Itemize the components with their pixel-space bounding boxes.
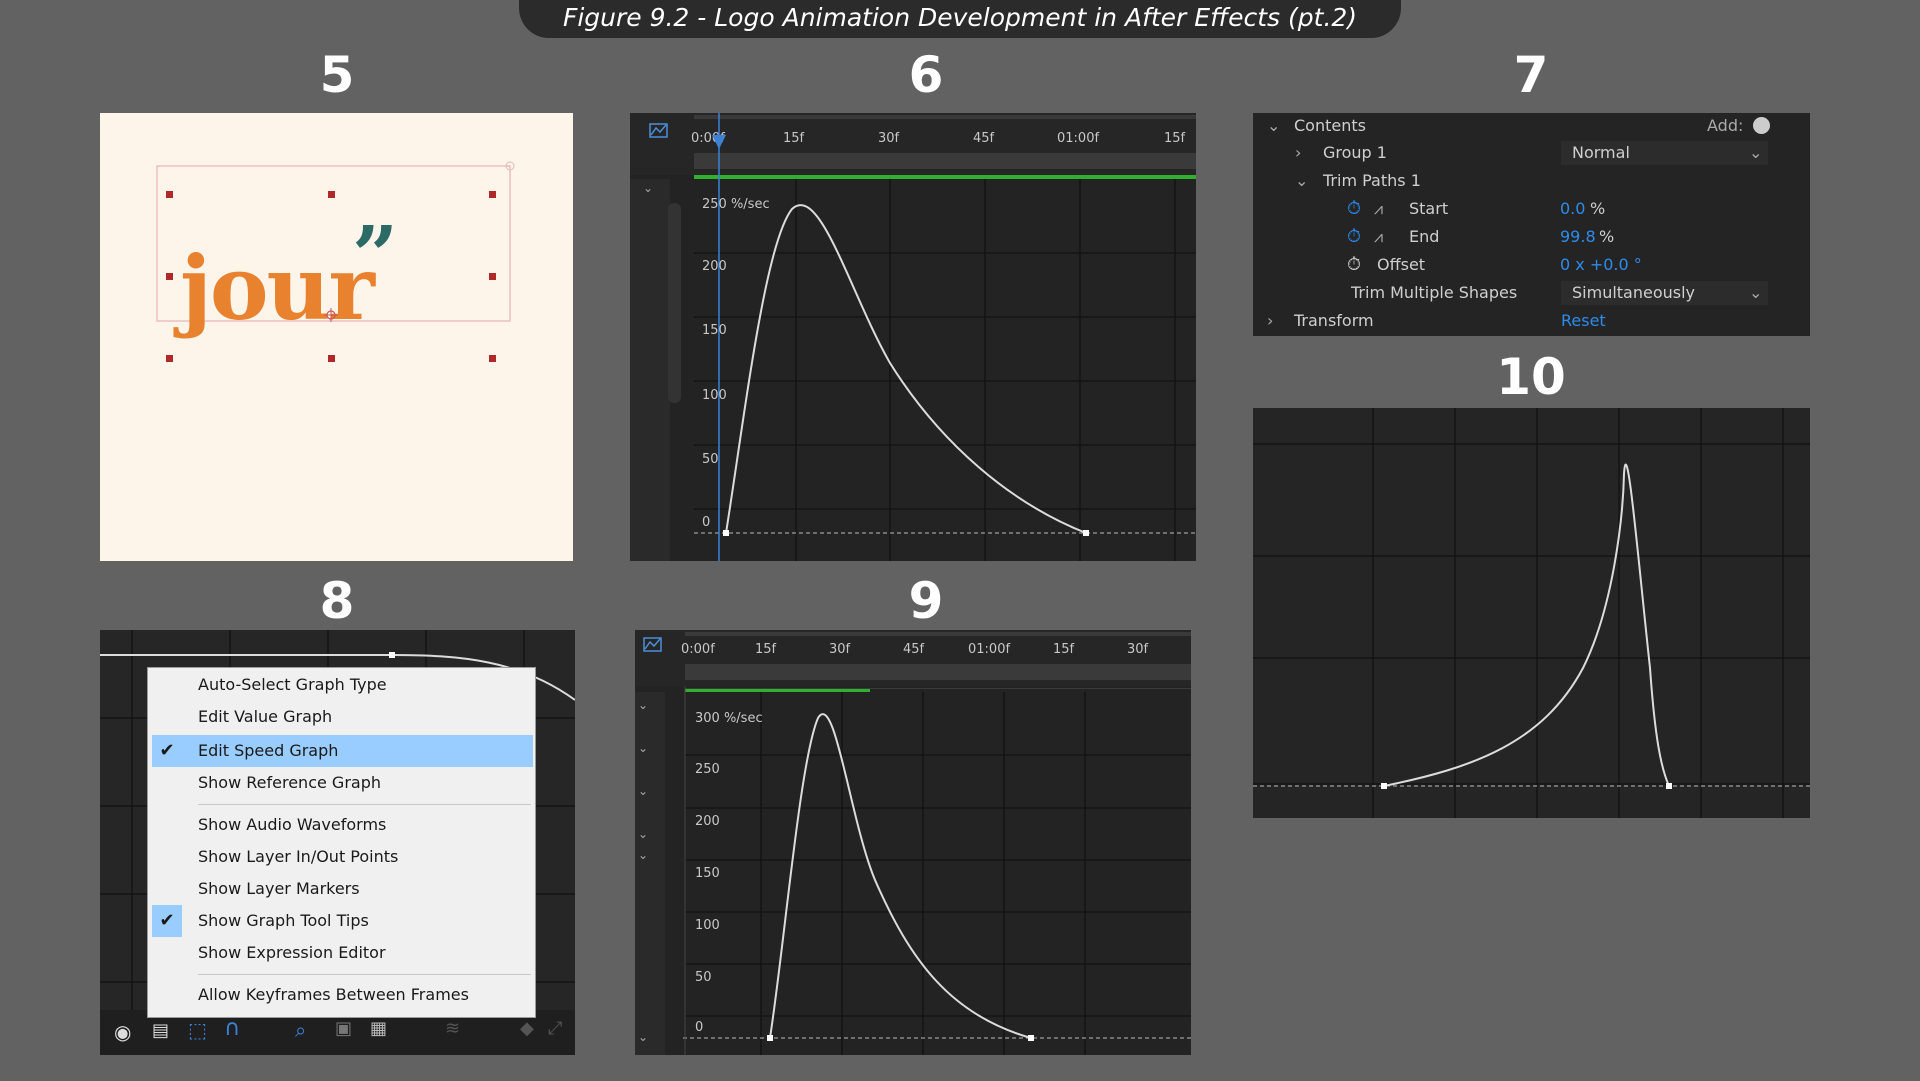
reset-link[interactable]: Reset: [1561, 308, 1606, 334]
speed-graph-panel-10: [1253, 408, 1810, 818]
offset-label: Offset: [1377, 255, 1426, 274]
menu-item-allow-keyframes-between-frames[interactable]: Allow Keyframes Between Frames: [198, 981, 469, 1009]
transform-box-icon[interactable]: ⬚: [188, 1018, 207, 1042]
check-icon: ✔: [152, 905, 182, 937]
end-value[interactable]: 99.8: [1560, 224, 1596, 250]
trim-multiple-label: Trim Multiple Shapes: [1351, 283, 1518, 302]
group1-label: Group 1: [1323, 143, 1387, 162]
offset-value[interactable]: 0 x +0.0 °: [1560, 252, 1642, 278]
menu-item-edit-speed-graph[interactable]: Edit Speed Graph: [198, 737, 338, 765]
group1-row[interactable]: › Group 1 Normal ⌄: [1253, 140, 1810, 166]
stopwatch-icon[interactable]: ⏱: [1347, 252, 1361, 278]
menu-item-show-layer-markers[interactable]: Show Layer Markers: [198, 875, 360, 903]
stopwatch-icon[interactable]: ⏱: [1347, 196, 1361, 222]
y-axis-label: 150: [695, 866, 720, 881]
offset-row[interactable]: ⏱ Offset 0 x +0.0 °: [1253, 252, 1810, 278]
menu-item-show-expression-editor[interactable]: Show Expression Editor: [198, 939, 386, 967]
end-row[interactable]: ⏱ ⩘ End 99.8 %: [1253, 224, 1810, 250]
easing-icon[interactable]: ⤢: [548, 1018, 562, 1039]
y-axis-label: 50: [695, 970, 712, 985]
graph-icon[interactable]: ⩘: [1374, 224, 1383, 250]
logo-text: jour: [180, 236, 375, 340]
contents-row[interactable]: ⌄ Contents Add:: [1253, 113, 1810, 139]
y-axis-label: 100: [695, 918, 720, 933]
step-number-7: 7: [1513, 46, 1549, 104]
y-axis-label: 200: [702, 259, 727, 274]
step-number-5: 5: [319, 46, 355, 104]
y-axis-label: 50: [702, 452, 719, 467]
graph-options-menu: Auto-Select Graph Type Edit Value Graph …: [147, 667, 536, 1018]
y-axis-label: 100: [702, 388, 727, 403]
menu-item-show-graph-tool-tips[interactable]: Show Graph Tool Tips: [198, 907, 369, 935]
contents-label: Contents: [1294, 116, 1366, 135]
start-row[interactable]: ⏱ ⩘ Start 0.0 %: [1253, 196, 1810, 222]
step-number-9: 9: [908, 572, 944, 630]
menu-item-auto-select[interactable]: Auto-Select Graph Type: [198, 671, 387, 699]
add-menu-button[interactable]: [1753, 117, 1770, 134]
keyframe-icon[interactable]: ◆: [520, 1018, 534, 1039]
chevron-down-icon[interactable]: ⌄: [1749, 140, 1762, 166]
start-label: Start: [1409, 199, 1449, 218]
separate-dimensions-icon[interactable]: ≋: [445, 1018, 460, 1039]
list-icon[interactable]: ▤: [152, 1020, 169, 1041]
end-unit: %: [1599, 227, 1615, 246]
start-value[interactable]: 0.0: [1560, 196, 1585, 222]
transform-row[interactable]: › Transform Reset: [1253, 308, 1810, 334]
step-number-10: 10: [1496, 348, 1566, 406]
eye-icon[interactable]: ◉: [114, 1020, 131, 1044]
step-number-8: 8: [319, 572, 355, 630]
trim-multiple-value: Simultaneously: [1572, 283, 1696, 302]
stopwatch-icon[interactable]: ⏱: [1347, 224, 1361, 250]
y-axis-label: 0: [695, 1020, 704, 1035]
blend-mode-value: Normal: [1572, 143, 1630, 162]
y-axis-label: 250 %/sec: [702, 197, 770, 212]
chevron-right-icon[interactable]: ›: [1295, 140, 1301, 166]
chevron-down-icon[interactable]: ⌄: [1295, 168, 1308, 194]
shape-properties-panel: ⌄ Contents Add: › Group 1 Normal ⌄ ⌄ Tri…: [1253, 113, 1810, 336]
menu-item-show-layer-in-out[interactable]: Show Layer In/Out Points: [198, 843, 398, 871]
graph-options-icon[interactable]: ▦: [370, 1018, 387, 1039]
menu-separator: [198, 974, 531, 975]
speed-graph-panel-9: 0:00f 15f 30f 45f 01:00f 15f 30f ⌄ ⌄ ⌄ ⌄…: [635, 630, 1191, 1055]
graph-icon[interactable]: ⩘: [1374, 196, 1383, 222]
check-icon: ✔: [159, 740, 175, 761]
end-label: End: [1409, 227, 1440, 246]
y-axis-label: 150: [702, 323, 727, 338]
add-label: Add:: [1707, 116, 1744, 135]
start-unit: %: [1590, 199, 1606, 218]
y-axis-label: 0: [702, 515, 711, 530]
trim-paths-row[interactable]: ⌄ Trim Paths 1: [1253, 168, 1810, 194]
speed-curve-9[interactable]: [635, 630, 1191, 1055]
transform-label: Transform: [1294, 311, 1374, 330]
speed-graph-panel-6: 0:00f 15f 30f 45f 01:00f 15f ⌄ 250 %/sec…: [630, 113, 1196, 561]
menu-item-edit-value-graph[interactable]: Edit Value Graph: [198, 703, 332, 731]
snap-icon[interactable]: ∩: [224, 1016, 240, 1041]
menu-item-show-reference-graph[interactable]: Show Reference Graph: [198, 769, 381, 797]
logo-canvas: jour ”: [100, 113, 573, 561]
y-axis-label: 250: [695, 762, 720, 777]
figure-caption: Figure 9.2 - Logo Animation Development …: [519, 0, 1401, 38]
step-number-6: 6: [908, 46, 944, 104]
chevron-right-icon[interactable]: ›: [1267, 308, 1273, 334]
trim-multiple-row[interactable]: Trim Multiple Shapes Simultaneously ⌄: [1253, 280, 1810, 306]
y-axis-label: 200: [695, 814, 720, 829]
menu-item-show-audio-waveforms[interactable]: Show Audio Waveforms: [198, 811, 386, 839]
chevron-down-icon[interactable]: ⌄: [1749, 280, 1762, 306]
fit-all-icon[interactable]: ▣: [335, 1018, 352, 1039]
trim-paths-label: Trim Paths 1: [1323, 171, 1421, 190]
logo-teal-j: [180, 243, 204, 255]
logo-quote-mark: ”: [352, 208, 399, 302]
menu-separator: [198, 804, 531, 805]
y-axis-label: 300 %/sec: [695, 711, 763, 726]
anchor-point-icon[interactable]: [324, 308, 338, 322]
fit-selection-icon[interactable]: ⌕: [295, 1018, 306, 1042]
chevron-down-icon[interactable]: ⌄: [1267, 113, 1280, 139]
speed-curve-10[interactable]: [1253, 408, 1810, 818]
